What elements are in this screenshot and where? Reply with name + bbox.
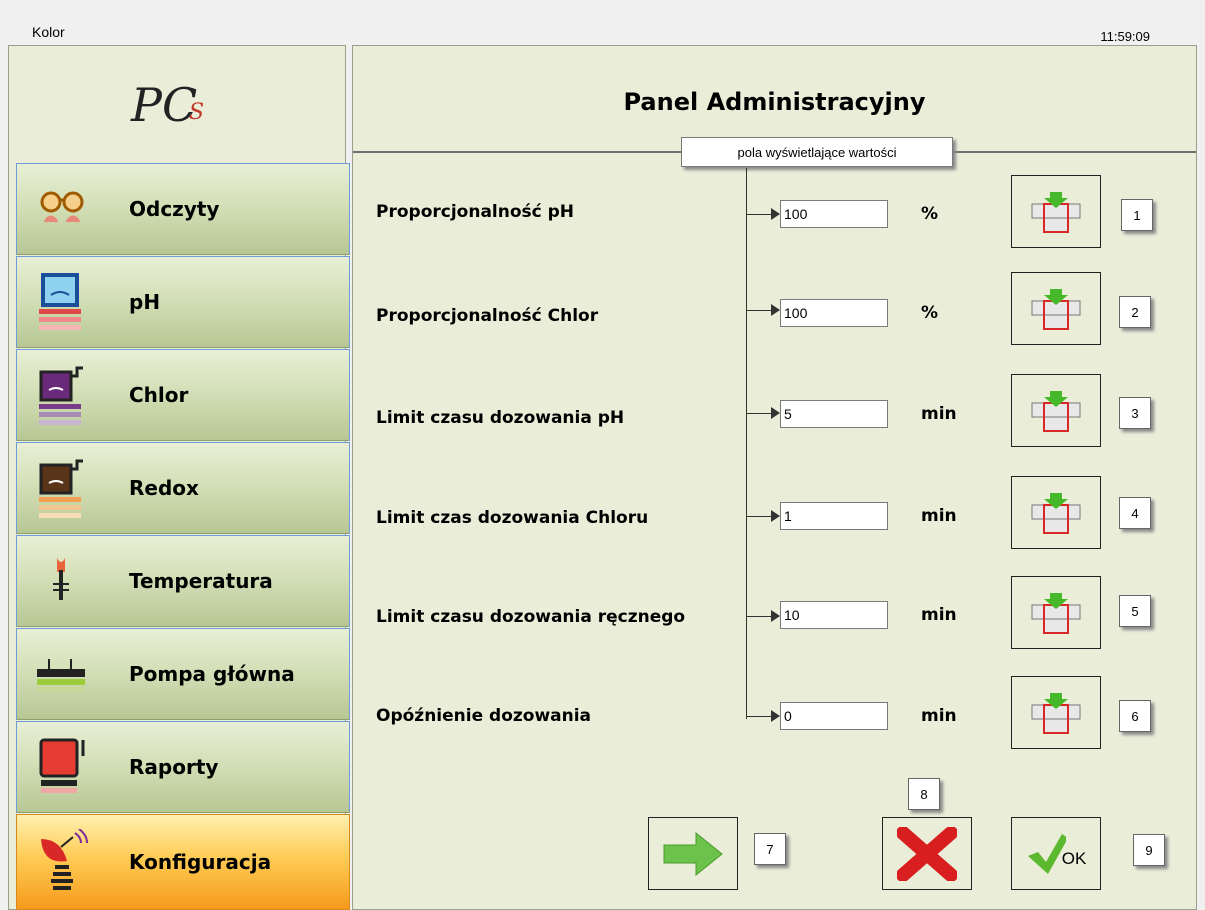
proporcjonalnosc-chlor-input[interactable] xyxy=(780,299,888,327)
satellite-icon xyxy=(41,829,88,890)
param-label: Proporcjonalność pH xyxy=(376,202,575,222)
param-label: Limit czas dozowania Chloru xyxy=(376,508,649,528)
sidebar-item-label: Redox xyxy=(129,476,199,500)
callout-number: 5 xyxy=(1119,595,1151,627)
callout-number: 2 xyxy=(1119,296,1151,328)
sidebar-item-pompa[interactable]: Pompa główna xyxy=(16,628,350,720)
unit-label: min xyxy=(921,605,957,625)
sidebar-item-ph[interactable]: pH xyxy=(16,256,350,348)
callout-number: 6 xyxy=(1119,700,1151,732)
svg-text:S: S xyxy=(189,100,204,125)
keyboard-button-1[interactable] xyxy=(1011,175,1101,248)
connector-line xyxy=(746,168,747,719)
sidebar-item-label: Konfiguracja xyxy=(129,850,272,874)
unit-label: % xyxy=(921,204,939,224)
keyboard-icon xyxy=(1031,390,1081,432)
connector-arrow xyxy=(771,304,780,316)
cancel-button[interactable] xyxy=(882,817,972,890)
ph-beaker-icon xyxy=(39,273,81,330)
sidebar: PC S Odczyty pH Chlor Redox Temperatura … xyxy=(8,45,350,910)
unit-label: min xyxy=(921,706,957,726)
arrow-right-icon xyxy=(663,831,723,876)
keyboard-button-4[interactable] xyxy=(1011,476,1101,549)
callout-number: 9 xyxy=(1133,834,1165,866)
param-label: Limit czasu dozowania pH xyxy=(376,408,625,428)
sidebar-item-label: Pompa główna xyxy=(129,662,295,686)
page-title: Panel Administracyjny xyxy=(623,88,926,116)
clock: 11:59:09 xyxy=(1100,29,1150,44)
connector-arrow xyxy=(771,407,780,419)
keyboard-icon xyxy=(1031,492,1081,534)
keyboard-icon xyxy=(1031,592,1081,634)
limit-czas-chloru-input[interactable] xyxy=(780,502,888,530)
redox-tank-icon xyxy=(39,459,83,518)
sidebar-item-label: Odczyty xyxy=(129,197,220,221)
sidebar-item-chlor[interactable]: Chlor xyxy=(16,349,350,441)
sidebar-item-redox[interactable]: Redox xyxy=(16,442,350,534)
checkmark-icon xyxy=(1027,833,1066,874)
admin-panel: Panel Administracyjny pola wyświetlające… xyxy=(352,45,1197,910)
glasses-icon xyxy=(40,191,84,223)
unit-label: min xyxy=(921,506,957,526)
ok-button[interactable]: OK xyxy=(1011,817,1101,890)
pump-icon xyxy=(37,659,85,692)
sidebar-item-odczyty[interactable]: Odczyty xyxy=(16,163,350,255)
thermometer-icon xyxy=(53,558,69,600)
keyboard-button-5[interactable] xyxy=(1011,576,1101,649)
connector-arrow xyxy=(771,510,780,522)
sidebar-item-label: Temperatura xyxy=(129,569,273,593)
keyboard-icon xyxy=(1031,692,1081,734)
sidebar-item-konfiguracja[interactable]: Konfiguracja xyxy=(16,814,350,910)
callout-number: 8 xyxy=(908,778,940,810)
svg-text:PC: PC xyxy=(130,78,197,132)
keyboard-button-6[interactable] xyxy=(1011,676,1101,749)
limit-czasu-recznego-input[interactable] xyxy=(780,601,888,629)
next-button[interactable] xyxy=(648,817,738,890)
connector-arrow xyxy=(771,710,780,722)
sidebar-item-temperatura[interactable]: Temperatura xyxy=(16,535,350,627)
keyboard-button-3[interactable] xyxy=(1011,374,1101,447)
keyboard-icon xyxy=(1031,191,1081,233)
ok-label: OK xyxy=(1061,848,1087,868)
sidebar-item-raporty[interactable]: Raporty xyxy=(16,721,350,813)
title-bar: Kolor 11:59:09 xyxy=(0,0,1205,45)
chlor-tank-icon xyxy=(39,366,83,425)
connector-arrow xyxy=(771,610,780,622)
proporcjonalnosc-ph-input[interactable] xyxy=(780,200,888,228)
keyboard-button-2[interactable] xyxy=(1011,272,1101,345)
unit-label: % xyxy=(921,303,939,323)
logo-graphic: PC S xyxy=(130,78,204,132)
sidebar-item-label: pH xyxy=(129,290,161,314)
logo: PC S xyxy=(9,46,345,163)
app-title: Kolor xyxy=(32,24,65,40)
limit-czasu-ph-input[interactable] xyxy=(780,400,888,428)
opoznienie-dozowania-input[interactable] xyxy=(780,702,888,730)
param-label: Limit czasu dozowania ręcznego xyxy=(376,607,686,627)
param-label: Opóźnienie dozowania xyxy=(376,706,592,726)
callout-number: 7 xyxy=(754,833,786,865)
callout-number: 1 xyxy=(1121,199,1153,231)
keyboard-icon xyxy=(1031,288,1081,330)
report-icon xyxy=(39,738,85,793)
sidebar-item-label: Chlor xyxy=(129,383,189,407)
connector-arrow xyxy=(771,208,780,220)
unit-label: min xyxy=(921,404,957,424)
values-callout: pola wyświetlające wartości xyxy=(681,137,953,167)
callout-number: 4 xyxy=(1119,497,1151,529)
callout-number: 3 xyxy=(1119,397,1151,429)
param-label: Proporcjonalność Chlor xyxy=(376,306,599,326)
sidebar-item-label: Raporty xyxy=(129,755,219,779)
close-icon xyxy=(897,826,957,881)
